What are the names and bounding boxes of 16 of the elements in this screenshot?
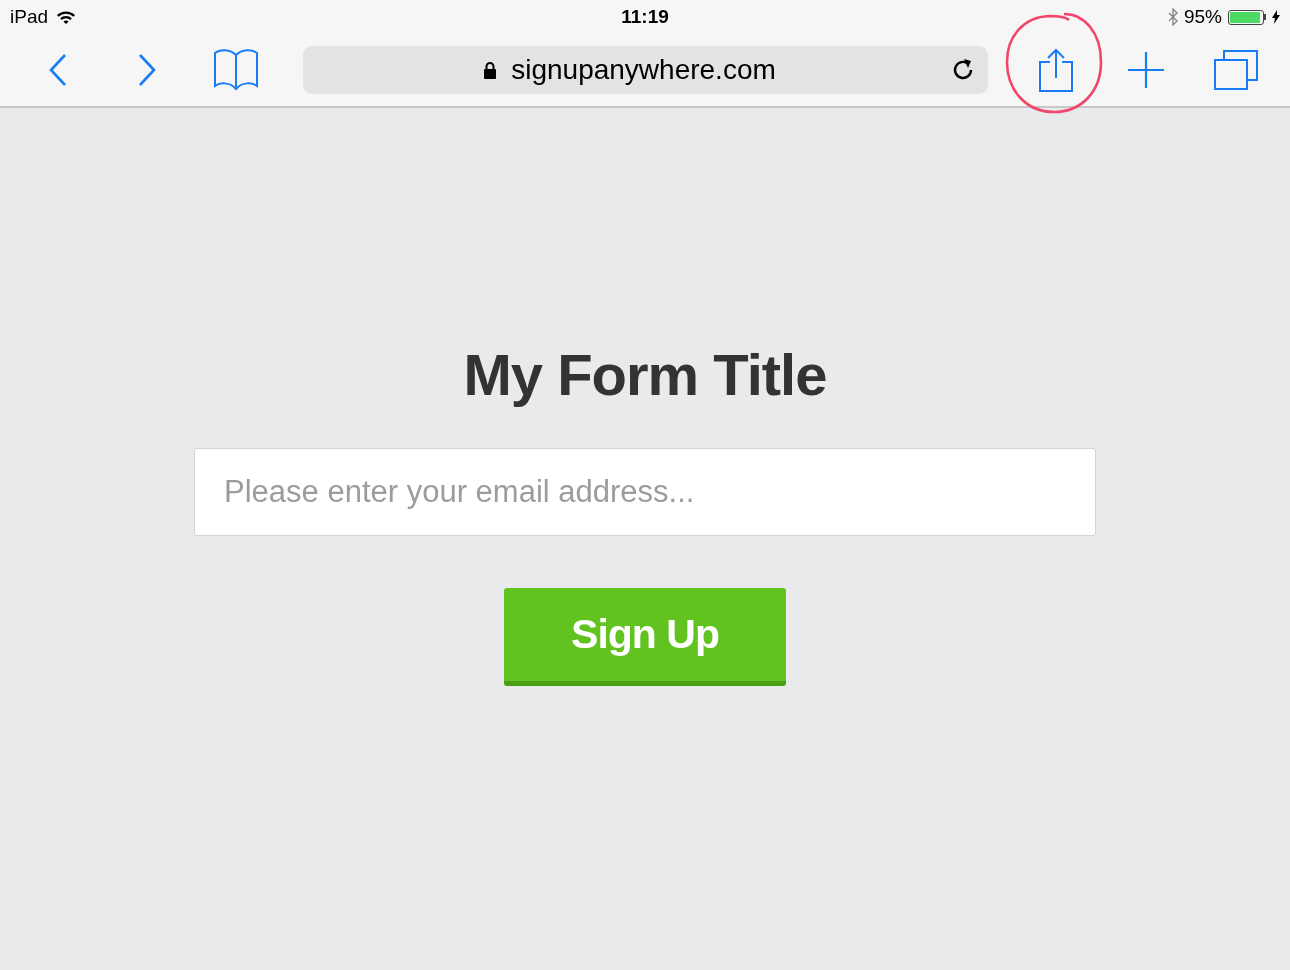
address-bar[interactable]: signupanywhere.com bbox=[303, 46, 988, 94]
battery-percentage: 95% bbox=[1183, 6, 1222, 28]
forward-icon[interactable] bbox=[137, 53, 157, 87]
battery-icon bbox=[1228, 9, 1266, 25]
back-icon[interactable] bbox=[48, 53, 68, 87]
bluetooth-icon bbox=[1167, 8, 1178, 26]
book-icon[interactable] bbox=[213, 49, 259, 91]
email-field[interactable]: Please enter your email address... bbox=[194, 448, 1096, 536]
tabs-icon[interactable] bbox=[1214, 50, 1258, 90]
form-title: My Form Title bbox=[463, 341, 827, 409]
url-text: signupanywhere.com bbox=[511, 54, 776, 86]
share-icon[interactable] bbox=[1038, 48, 1074, 92]
plus-icon[interactable] bbox=[1127, 51, 1165, 89]
wifi-icon bbox=[56, 10, 77, 24]
device-name: iPad bbox=[10, 6, 49, 28]
clock-time: 11:19 bbox=[621, 6, 669, 28]
